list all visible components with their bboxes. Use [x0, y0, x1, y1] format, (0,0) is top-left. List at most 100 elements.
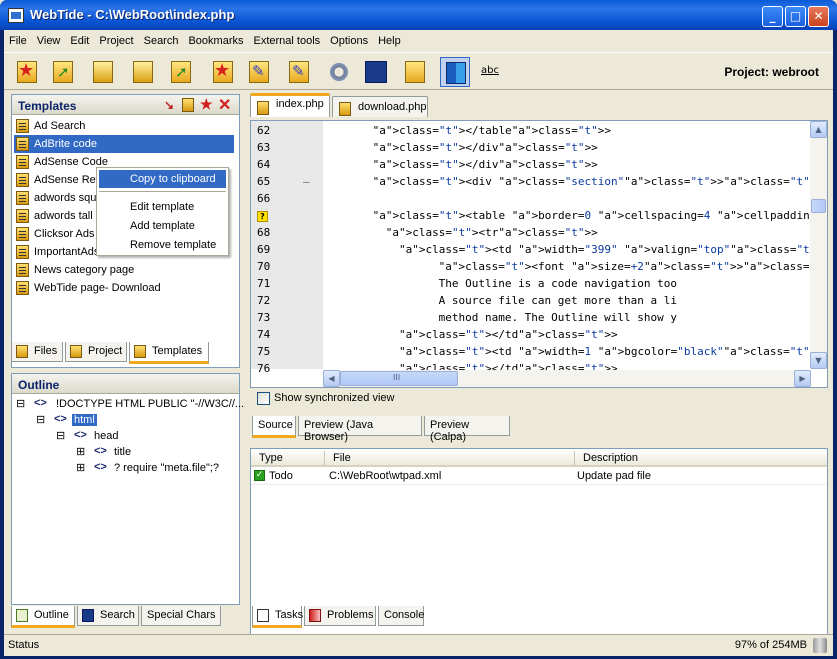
editor-tab-download-php[interactable]: download.php: [332, 96, 428, 117]
insert-template-icon[interactable]: ↘: [164, 98, 178, 112]
tab-search[interactable]: Search: [77, 606, 139, 626]
remove-template-menu-item[interactable]: Remove template: [99, 236, 226, 254]
edit-template-menu-item[interactable]: Edit template: [99, 198, 226, 216]
horizontal-scrollbar[interactable]: ◀ III ▶: [323, 370, 811, 387]
tab-console[interactable]: Console: [378, 606, 424, 626]
edit-project-button[interactable]: [284, 57, 314, 87]
code-line[interactable]: "a">class="t"><table "a">border=0 "a">ce…: [373, 209, 827, 222]
code-editor[interactable]: 62 63 64 65 – 66? 68 69 70 71 72 73 74 75 76 "a">class…: [250, 120, 828, 388]
vertical-scrollbar[interactable]: ▲ ▼: [810, 121, 827, 369]
add-template-menu-item[interactable]: Add template: [99, 217, 226, 235]
new-project-button[interactable]: [208, 57, 238, 87]
tab-special-chars[interactable]: Special Chars: [141, 606, 221, 626]
tab-project[interactable]: Project: [65, 342, 127, 362]
menu-file[interactable]: File: [4, 32, 32, 50]
collapse-icon[interactable]: ⊟: [16, 397, 25, 410]
table-row[interactable]: ✓ Todo C:\WebRoot\wtpad.xml Update pad f…: [251, 468, 827, 485]
tree-node[interactable]: ⊞ <> ? require "meta.file";?: [76, 461, 236, 477]
scroll-right-icon[interactable]: ▶: [794, 370, 811, 387]
menu-options[interactable]: Options: [325, 32, 373, 50]
menu-edit[interactable]: Edit: [65, 32, 94, 50]
code-line[interactable]: "a">class="t"><td "a">width=1 "a">bgcolo…: [399, 345, 823, 358]
menu-bookmarks[interactable]: Bookmarks: [183, 32, 248, 50]
code-line[interactable]: "a">class="t"><div "a">class="section""a…: [373, 175, 827, 188]
template-doc-icon[interactable]: [182, 98, 194, 112]
open-file-button[interactable]: [48, 57, 78, 87]
column-file[interactable]: File: [333, 452, 351, 464]
horizontal-scroll-thumb[interactable]: III: [340, 371, 458, 386]
code-line[interactable]: "a">class="t"></td"a">class="t">>: [399, 328, 618, 341]
warning-icon[interactable]: ?: [257, 211, 268, 222]
template-item[interactable]: News category page: [14, 261, 234, 279]
tab-outline[interactable]: Outline: [11, 606, 75, 628]
code-line[interactable]: "a">class="t"><tr"a">class="t">>: [386, 226, 598, 239]
code-line[interactable]: "a">class="t"></table"a">class="t">>: [373, 124, 611, 137]
vertical-scroll-thumb[interactable]: [811, 199, 826, 213]
tree-node[interactable]: ⊞ <> title: [76, 445, 226, 461]
copy-to-clipboard-menu-item[interactable]: Copy to clipboard: [99, 170, 226, 188]
garbage-collect-icon[interactable]: [813, 638, 827, 653]
column-divider[interactable]: [574, 451, 575, 465]
tasks-icon: [257, 609, 269, 622]
code-line[interactable]: "a">class="t"><font "a">size=+2"a">class…: [439, 260, 827, 273]
remove-template-icon[interactable]: ✕: [218, 95, 231, 115]
tab-source[interactable]: Source: [252, 416, 296, 438]
tree-node[interactable]: ⊟ <> head: [56, 429, 206, 445]
menu-external-tools[interactable]: External tools: [249, 32, 326, 50]
template-item[interactable]: WebTide page- Download: [14, 279, 234, 297]
minimize-button[interactable]: _: [762, 6, 783, 27]
find-button[interactable]: [360, 57, 390, 87]
reload-button[interactable]: [166, 57, 196, 87]
expand-icon[interactable]: ⊞: [76, 461, 85, 474]
editor-tab-index-php[interactable]: index.php: [250, 93, 330, 117]
new-file-button[interactable]: [12, 57, 42, 87]
tab-preview-calpa[interactable]: Preview (Calpa): [424, 416, 510, 443]
column-divider[interactable]: [324, 451, 325, 465]
templates-button[interactable]: [400, 57, 430, 87]
collapse-icon[interactable]: ⊟: [56, 429, 65, 442]
fold-marker-icon[interactable]: –: [303, 175, 310, 188]
line-number: 74: [257, 328, 271, 341]
title-bar[interactable]: WebTide - C:\WebRoot\index.php _ □ ✕: [0, 0, 837, 30]
open-project-icon: [249, 61, 269, 83]
code-line[interactable]: The Outline is a code navigation too: [439, 277, 677, 290]
sync-view-checkbox[interactable]: [257, 392, 270, 405]
code-line[interactable]: A source file can get more than a li: [439, 294, 677, 307]
save-as-button[interactable]: [128, 57, 158, 87]
open-project-button[interactable]: [244, 57, 274, 87]
layout-toggle-button[interactable]: [440, 57, 470, 87]
spellcheck-icon: abc: [481, 65, 499, 76]
maximize-button[interactable]: □: [785, 6, 806, 27]
scroll-left-icon[interactable]: ◀: [323, 370, 340, 387]
menu-help[interactable]: Help: [373, 32, 406, 50]
tree-node[interactable]: ⊟ <> !DOCTYPE HTML PUBLIC "-//W3C//...: [16, 397, 244, 413]
tab-preview-java[interactable]: Preview (Java Browser): [298, 416, 422, 443]
expand-icon[interactable]: ⊞: [76, 445, 85, 458]
tab-templates[interactable]: Templates: [129, 342, 209, 364]
column-description[interactable]: Description: [583, 452, 638, 464]
collapse-icon[interactable]: ⊟: [36, 413, 45, 426]
close-button[interactable]: ✕: [808, 6, 829, 27]
menu-project[interactable]: Project: [94, 32, 138, 50]
spellcheck-button[interactable]: abc: [478, 57, 508, 87]
code-line[interactable]: "a">class="t"></div"a">class="t">>: [373, 158, 598, 171]
code-line[interactable]: method name. The Outline will show y: [439, 311, 677, 324]
tree-node[interactable]: ⊟ <> html: [36, 413, 186, 429]
template-item[interactable]: Ad Search: [14, 117, 234, 135]
save-as-icon: [133, 61, 153, 83]
settings-button[interactable]: [324, 57, 354, 87]
template-item-selected[interactable]: AdBrite code: [14, 135, 234, 153]
column-type[interactable]: Type: [259, 452, 283, 464]
code-line[interactable]: "a">class="t"></div"a">class="t">>: [373, 141, 598, 154]
tab-tasks[interactable]: Tasks: [252, 606, 303, 628]
add-template-icon[interactable]: ★: [200, 96, 213, 113]
scroll-down-icon[interactable]: ▼: [810, 352, 827, 369]
code-line[interactable]: "a">class="t"><td "a">width="399" "a">va…: [399, 243, 827, 256]
scroll-up-icon[interactable]: ▲: [810, 121, 827, 138]
save-button[interactable]: [88, 57, 118, 87]
save-icon: [93, 61, 113, 83]
menu-view[interactable]: View: [32, 32, 66, 50]
tab-files[interactable]: Files: [11, 342, 63, 362]
tab-problems[interactable]: Problems: [304, 606, 376, 626]
menu-search[interactable]: Search: [139, 32, 184, 50]
